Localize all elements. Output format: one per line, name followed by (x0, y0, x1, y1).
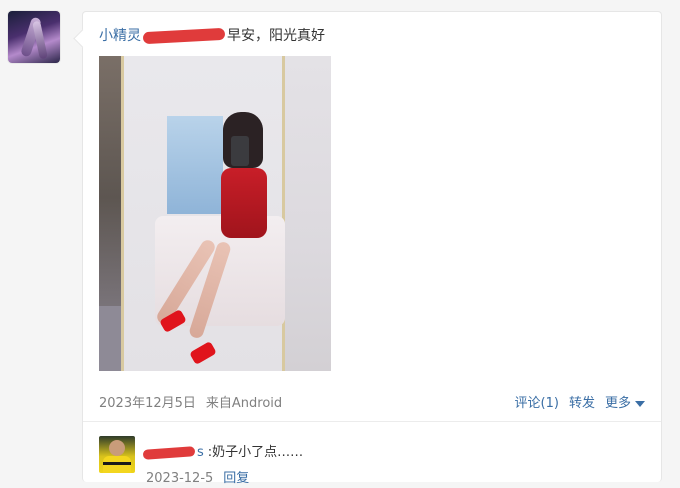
divider (83, 421, 661, 422)
redaction-mark (142, 27, 226, 45)
reply-button[interactable]: 回复 (223, 471, 249, 486)
commenter-name-link[interactable]: s (197, 445, 204, 460)
post-photo[interactable] (99, 56, 331, 371)
post-actions: 评论(1) 转发 更多 (505, 394, 645, 414)
comment-line: s:奶子小了点…… (142, 444, 304, 462)
photo-phone (231, 136, 249, 166)
caret-down-icon (635, 400, 645, 407)
comment-item: s:奶子小了点…… 2023-12-5 回复 (99, 436, 645, 486)
post-source: 来自Android (205, 396, 283, 411)
photo-window (167, 116, 223, 214)
commenter-avatar[interactable] (99, 436, 135, 473)
comment-button[interactable]: 评论(1) (515, 396, 559, 411)
comment-date: 2023-12-5 (146, 471, 214, 486)
redaction-mark (142, 445, 196, 460)
more-button[interactable]: 更多 (605, 396, 645, 411)
comment-text: 奶子小了点…… (212, 445, 304, 460)
post-meta: 2023年12月5日 来自Android 评论(1) 转发 更多 (99, 394, 645, 414)
photo-dress (221, 168, 267, 238)
post-text: 早安，阳光真好 (227, 28, 325, 44)
more-label: 更多 (604, 396, 631, 411)
post-date[interactable]: 2023年12月5日 (99, 396, 196, 411)
post-card: 小精灵 早安，阳光真好 2023年12月5日 来自Android 评论(1) 转发 更多… (82, 11, 662, 486)
repost-button[interactable]: 转发 (569, 396, 595, 411)
post-header: 小精灵 早安，阳光真好 (99, 26, 325, 46)
avatar-band (103, 462, 131, 465)
author-name-link[interactable]: 小精灵 (99, 28, 141, 44)
comment-meta: 2023-12-5 回复 (146, 470, 249, 488)
avatar-face (109, 440, 125, 456)
author-avatar[interactable] (8, 11, 60, 63)
